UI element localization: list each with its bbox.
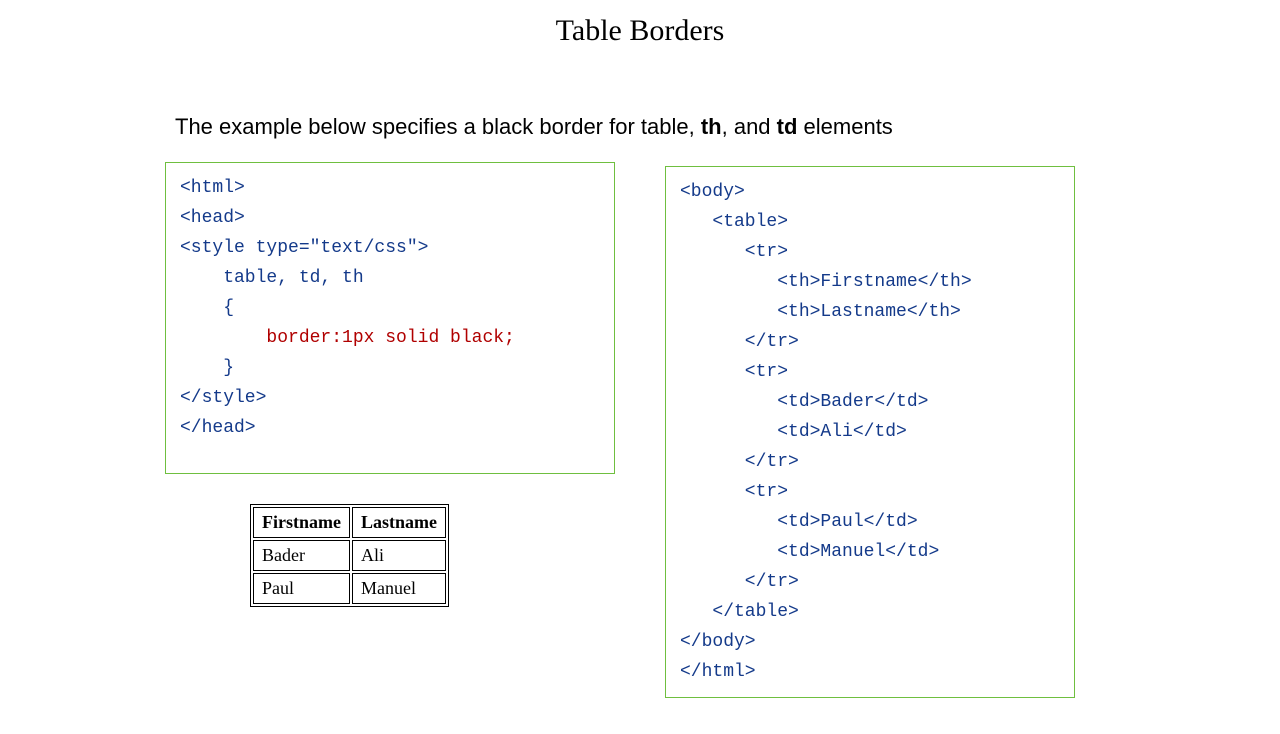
code-line: <style type="text/css"> [180, 238, 428, 258]
code-line: </tr> [680, 332, 799, 352]
table-cell: Bader [253, 540, 350, 571]
table-cell: Paul [253, 573, 350, 604]
table-row: Bader Ali [253, 540, 446, 571]
table-cell: Manuel [352, 573, 446, 604]
desc-mid: , and [722, 114, 777, 139]
output-table: Firstname Lastname Bader Ali Paul Manuel [250, 504, 449, 607]
code-line: </tr> [680, 452, 799, 472]
code-line: <tr> [680, 482, 788, 502]
code-line-indent [180, 328, 266, 348]
table-row: Paul Manuel [253, 573, 446, 604]
code-line-red: border:1px solid black; [266, 328, 514, 348]
code-line: </tr> [680, 572, 799, 592]
code-box-body: <body> <table> <tr> <th>Firstname</th> <… [665, 166, 1075, 698]
code-line: } [180, 358, 234, 378]
code-line: <td>Ali</td> [680, 422, 907, 442]
page-title: Table Borders [0, 14, 1280, 48]
desc-td: td [777, 114, 798, 139]
table-header-lastname: Lastname [352, 507, 446, 538]
code-line: <td>Paul</td> [680, 512, 918, 532]
code-line: </style> [180, 388, 266, 408]
code-line: </table> [680, 602, 799, 622]
code-line: <html> [180, 178, 245, 198]
code-line: <head> [180, 208, 245, 228]
table-cell: Ali [352, 540, 446, 571]
desc-prefix: The example below specifies a black bord… [175, 114, 701, 139]
code-line: <th>Lastname</th> [680, 302, 961, 322]
example-output-table: Firstname Lastname Bader Ali Paul Manuel [250, 504, 449, 607]
desc-th: th [701, 114, 722, 139]
code-line: </head> [180, 418, 256, 438]
table-row: Firstname Lastname [253, 507, 446, 538]
code-line: </html> [680, 662, 756, 682]
code-line: <td>Manuel</td> [680, 542, 939, 562]
code-line: <tr> [680, 362, 788, 382]
code-line: <th>Firstname</th> [680, 272, 972, 292]
description-text: The example below specifies a black bord… [175, 114, 893, 140]
code-box-head: <html> <head> <style type="text/css"> ta… [165, 162, 615, 474]
code-line: <table> [680, 212, 788, 232]
desc-suffix: elements [797, 114, 892, 139]
code-line: <body> [680, 182, 745, 202]
table-header-firstname: Firstname [253, 507, 350, 538]
code-line: { [180, 298, 234, 318]
code-line: <td>Bader</td> [680, 392, 928, 412]
code-line: table, td, th [180, 268, 364, 288]
code-line: <tr> [680, 242, 788, 262]
code-line: </body> [680, 632, 756, 652]
